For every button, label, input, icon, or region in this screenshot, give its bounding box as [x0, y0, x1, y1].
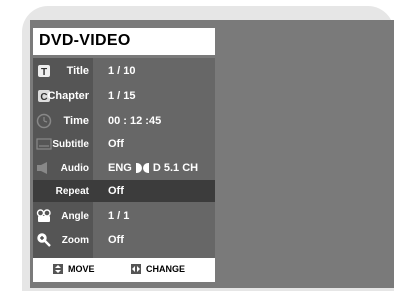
menu-value-zoom: Off [108, 234, 124, 246]
osd-footer: MOVE CHANGE [33, 258, 215, 282]
menu-row-subtitle[interactable]: Subtitle Off [33, 133, 215, 155]
menu-value-repeat: Off [108, 185, 124, 197]
menu-row-angle[interactable]: Angle 1 / 1 [33, 205, 215, 227]
menu-label-zoom: Zoom [61, 234, 89, 246]
audio-language: ENG [108, 162, 132, 174]
menu-label-repeat: Repeat [55, 185, 89, 197]
move-hint: MOVE [53, 264, 95, 274]
clock-icon [36, 113, 52, 129]
menu-row-zoom[interactable]: Zoom Off [33, 229, 215, 251]
camera-icon [36, 208, 52, 224]
menu-value-audio: ENG D 5.1 CH [108, 157, 198, 179]
move-label: MOVE [68, 264, 95, 274]
audio-format: D 5.1 CH [152, 162, 199, 174]
menu-value-angle: 1 / 1 [108, 210, 130, 222]
menu-value-time: 00 : 12 :45 [108, 115, 162, 127]
menu-row-chapter[interactable]: C Chapter 1 / 15 [33, 85, 215, 107]
menu-label-time: Time [63, 115, 89, 127]
menu-label-audio: Audio [60, 162, 89, 174]
left-right-arrows-icon [131, 264, 141, 274]
menu-label-angle: Angle [61, 210, 89, 222]
zoom-icon [36, 232, 52, 248]
info-menu: T Title 1 / 10 C Chapter 1 / 15 Time 00 … [33, 58, 215, 258]
menu-row-time[interactable]: Time 00 : 12 :45 [33, 110, 215, 132]
menu-label-chapter: Chapter [47, 90, 89, 102]
change-label: CHANGE [146, 264, 186, 274]
subtitle-icon [36, 136, 52, 152]
page-title: DVD-VIDEO [39, 32, 131, 49]
menu-label-title: Title [66, 65, 89, 77]
speaker-icon [36, 160, 52, 176]
up-down-arrows-icon [53, 264, 63, 274]
svg-text:T: T [41, 67, 47, 78]
menu-value-subtitle: Off [108, 138, 124, 150]
change-hint: CHANGE [131, 264, 185, 274]
menu-row-title[interactable]: T Title 1 / 10 [33, 60, 215, 82]
menu-row-audio[interactable]: Audio ENG D 5.1 CH [33, 157, 215, 179]
dolby-icon [135, 163, 149, 173]
menu-row-repeat[interactable]: Repeat Off [33, 180, 215, 202]
menu-value-title: 1 / 10 [108, 65, 136, 77]
title-icon: T [36, 63, 52, 79]
osd-header: DVD-VIDEO [33, 28, 215, 55]
menu-label-subtitle: Subtitle [52, 138, 89, 150]
menu-value-chapter: 1 / 15 [108, 90, 136, 102]
